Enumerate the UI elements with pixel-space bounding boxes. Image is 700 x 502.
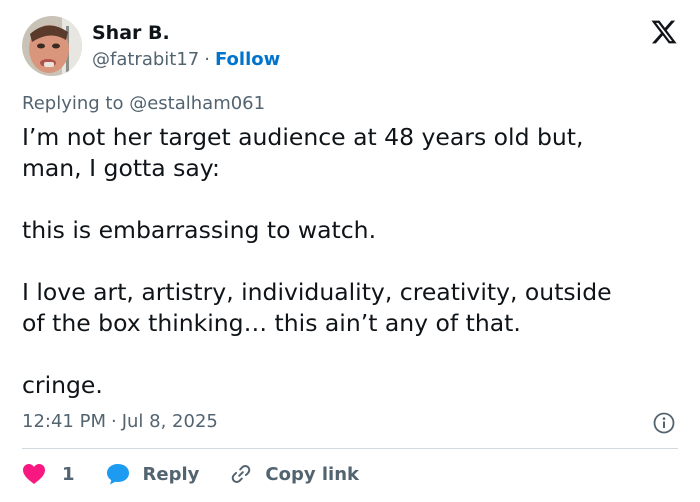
tweet-card: Shar B. @fatrabit17 · Follow Replying to @… [0, 0, 700, 502]
avatar-photo [22, 16, 82, 76]
replying-prefix: Replying to [22, 93, 124, 114]
tweet-line: this is embarrassing to watch. [22, 216, 377, 244]
tweet-line: I’m not her target audience at 48 years … [22, 123, 584, 151]
tweet-line: man, I gotta say: [22, 154, 220, 182]
author-name[interactable]: Shar B. [92, 21, 170, 45]
author-handle[interactable]: @fatrabit17 [92, 49, 199, 70]
reply-button[interactable]: Reply [105, 462, 200, 486]
like-button[interactable]: 1 [22, 463, 75, 485]
author-meta: @fatrabit17 · Follow [92, 48, 280, 72]
reply-label: Reply [142, 463, 200, 485]
link-icon [229, 462, 253, 486]
tweet-text: I’m not her target audience at 48 years … [22, 122, 682, 401]
avatar[interactable] [22, 16, 82, 76]
divider [22, 448, 678, 449]
speech-bubble-icon [105, 462, 131, 486]
copy-link-button[interactable]: Copy link [229, 462, 359, 486]
tweet-line: I love art, artistry, individuality, cre… [22, 278, 612, 306]
x-logo-icon[interactable] [650, 18, 678, 46]
replying-to: Replying to @estalham061 [22, 92, 265, 116]
separator-dot: · [204, 49, 210, 70]
timestamp[interactable]: 12:41 PM · Jul 8, 2025 [22, 410, 218, 434]
tweet-line: cringe. [22, 371, 103, 399]
info-icon[interactable] [653, 412, 675, 434]
replying-handle[interactable]: @estalham061 [129, 93, 265, 114]
heart-icon [22, 463, 46, 485]
tweet-line: of the box thinking… this ain’t any of t… [22, 309, 521, 337]
action-bar: 1 Reply Copy link [22, 460, 359, 488]
separator-dot: · [110, 411, 117, 432]
like-count: 1 [62, 463, 75, 485]
copy-link-label: Copy link [265, 463, 359, 485]
timestamp-date: Jul 8, 2025 [121, 411, 218, 432]
follow-button[interactable]: Follow [215, 49, 280, 70]
timestamp-time: 12:41 PM [22, 411, 106, 432]
